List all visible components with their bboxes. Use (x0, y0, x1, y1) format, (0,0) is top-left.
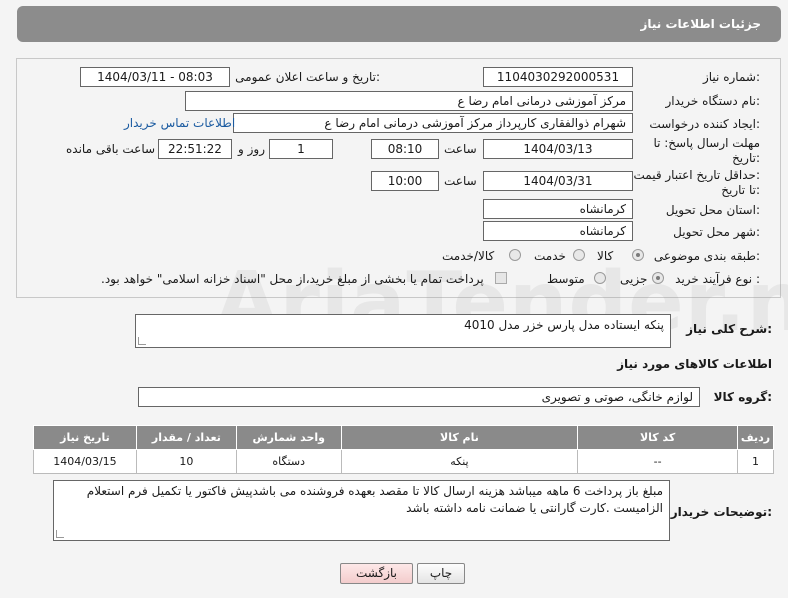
col-goods-code: کد کالا (577, 425, 738, 450)
category-radio-service[interactable] (573, 249, 585, 261)
reply-date-field: 1404/03/13 (483, 139, 633, 159)
category-radio-goods-service[interactable] (509, 249, 521, 261)
price-validity-label: حداقل تاریخ اعتبار قیمت: (633, 168, 760, 182)
page-title: جزئیات اطلاعات نیاز (640, 17, 761, 31)
reply-time-field: 08:10 (371, 139, 439, 159)
purchase-radio-medium[interactable] (594, 272, 606, 284)
print-button[interactable]: چاپ (417, 563, 465, 584)
delivery-city-field: کرمانشاه (483, 221, 633, 241)
purchase-option-minor: جزیی (620, 272, 648, 286)
reply-deadline-label: مهلت ارسال پاسخ: تا (653, 136, 760, 150)
treasury-payment-note: پرداخت تمام یا بخشی از مبلغ خرید،از محل … (101, 272, 484, 286)
delivery-province-field: کرمانشاه (483, 199, 633, 219)
buyer-notes-text: مبلغ باز پرداخت 6 ماهه میباشد هزینه ارسا… (86, 484, 663, 515)
need-number-field: 1104030292000531 (483, 67, 633, 87)
cell-need-date: 1404/03/15 (33, 449, 137, 474)
requester-field: شهرام ذوالفقاری کارپرداز مرکز آموزشی درم… (233, 113, 633, 133)
buyer-notes-label: توضیحات خریدار: (670, 505, 772, 519)
price-validity-label-2: تا تاریخ: (721, 183, 760, 197)
page-header: جزئیات اطلاعات نیاز (17, 6, 781, 42)
purchase-radio-minor[interactable] (652, 272, 664, 284)
col-row: ردیف (736, 425, 775, 450)
reply-time-label: ساعت (444, 142, 477, 156)
category-option-service: خدمت (534, 249, 566, 263)
buyer-org-label: نام دستگاه خریدار: (665, 94, 761, 108)
reply-deadline-label-2: تاریخ: (732, 151, 760, 165)
back-button[interactable]: بازگشت (340, 563, 413, 584)
goods-info-title: اطلاعات کالاهای مورد نیاز (617, 357, 772, 371)
category-label: طبقه بندی موضوعی: (653, 249, 760, 263)
price-validity-time-field: 10:00 (371, 171, 439, 191)
need-number-label: شماره نیاز: (702, 70, 760, 84)
category-radio-goods[interactable] (632, 249, 644, 261)
price-validity-date-field: 1404/03/31 (483, 171, 633, 191)
resize-grip-icon (138, 337, 146, 345)
treasury-payment-checkbox[interactable] (495, 272, 507, 284)
buyer-org-field: مرکز آموزشی درمانی امام رضا ع (185, 91, 633, 111)
col-unit: واحد شمارش (235, 425, 342, 450)
cell-quantity: 10 (135, 449, 237, 474)
goods-group-label: گروه کالا: (713, 390, 772, 404)
category-option-goods: کالا (597, 249, 614, 263)
buyer-contact-link[interactable]: اطلاعات تماس خریدار (124, 116, 235, 130)
remaining-days-field: 1 (269, 139, 333, 159)
cell-goods-code: -- (577, 449, 738, 474)
table-header-row: تاریخ نیاز تعداد / مقدار واحد شمارش نام … (33, 425, 775, 450)
description-label: شرح کلی نیاز: (686, 322, 772, 336)
announce-datetime-field: 1404/03/11 - 08:03 (80, 67, 230, 87)
announce-datetime-label: تاریخ و ساعت اعلان عمومی: (235, 70, 380, 84)
goods-group-field: لوازم خانگی، صوتی و تصویری (138, 387, 700, 407)
buyer-notes-textarea: مبلغ باز پرداخت 6 ماهه میباشد هزینه ارسا… (53, 480, 670, 541)
description-textarea: پنکه ایستاده مدل پارس خزر مدل 4010 (135, 314, 671, 348)
col-quantity: تعداد / مقدار (135, 425, 237, 450)
remaining-time-label: ساعت باقی مانده (66, 142, 156, 156)
table-row: 1404/03/15 10 دستگاه پنکه -- 1 (33, 449, 775, 474)
days-label: روز و (238, 142, 265, 156)
delivery-city-label: شهر محل تحویل: (673, 225, 760, 239)
description-text: پنکه ایستاده مدل پارس خزر مدل 4010 (464, 318, 664, 332)
resize-grip-icon (56, 530, 64, 538)
price-validity-time-label: ساعت (444, 174, 477, 188)
cell-unit: دستگاه (235, 449, 342, 474)
delivery-province-label: استان محل تحویل: (665, 203, 760, 217)
category-option-goods-service: کالا/خدمت (442, 249, 495, 263)
cell-row: 1 (736, 449, 775, 474)
requester-label: ایجاد کننده درخواست: (649, 117, 760, 131)
purchase-type-label: نوع فرآیند خرید : (675, 272, 760, 286)
remaining-time-field: 22:51:22 (158, 139, 232, 159)
col-goods-name: نام کالا (340, 425, 579, 450)
col-need-date: تاریخ نیاز (33, 425, 137, 450)
purchase-option-medium: متوسط (547, 272, 585, 286)
cell-goods-name: پنکه (340, 449, 579, 474)
goods-table: تاریخ نیاز تعداد / مقدار واحد شمارش نام … (33, 425, 775, 474)
